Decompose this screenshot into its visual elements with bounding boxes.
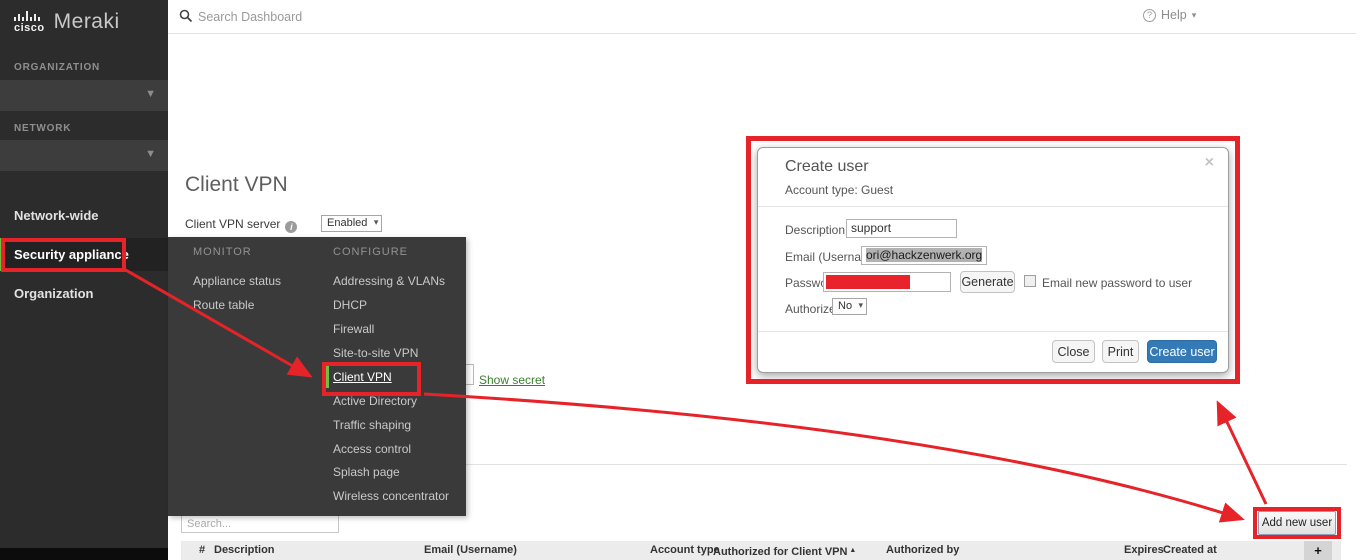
- authorized-select[interactable]: No: [832, 298, 867, 315]
- search-input[interactable]: [198, 6, 518, 28]
- menu-item-access-control[interactable]: Access control: [333, 442, 411, 456]
- menu-item-active-directory[interactable]: Active Directory: [333, 394, 417, 408]
- info-icon[interactable]: i: [285, 221, 297, 233]
- help-label: Help: [1161, 8, 1187, 22]
- email-password-checkbox[interactable]: [1024, 275, 1036, 287]
- close-button[interactable]: Close: [1052, 340, 1095, 363]
- description-field[interactable]: support: [846, 219, 957, 238]
- menu-item-route-table[interactable]: Route table: [193, 298, 254, 312]
- sidebar-item-security-appliance[interactable]: Security appliance: [0, 238, 168, 271]
- sidebar-bottom-strip: [0, 548, 168, 560]
- meraki-wordmark: Meraki: [54, 10, 120, 34]
- users-table-header: # Description Email (Username) Account t…: [181, 541, 1341, 560]
- column-header-label: Authorized for Client VPN: [713, 546, 847, 558]
- close-icon[interactable]: ×: [1205, 154, 1214, 172]
- help-icon: ?: [1143, 9, 1156, 22]
- password-redaction-overlay: [826, 275, 910, 289]
- monitor-section-header: MONITOR: [193, 246, 252, 258]
- menu-item-site-to-site-vpn[interactable]: Site-to-site VPN: [333, 346, 418, 360]
- topbar: ? Help ▾: [168, 0, 1356, 34]
- network-selector[interactable]: ▼: [0, 140, 168, 171]
- sidebar-item-label: Security appliance: [14, 247, 129, 262]
- menu-item-firewall[interactable]: Firewall: [333, 322, 374, 336]
- modal-footer-divider: [758, 331, 1228, 332]
- menu-item-appliance-status[interactable]: Appliance status: [193, 274, 281, 288]
- arrow-clientvpn-to-adduser: [424, 394, 1242, 519]
- meraki-dashboard: cisco Meraki ORGANIZATION ▼ NETWORK ▼ Ne…: [0, 0, 1366, 560]
- modal-header-divider: [758, 206, 1228, 207]
- client-vpn-server-label: Client VPN server i: [185, 217, 297, 233]
- client-vpn-server-select[interactable]: Enabled: [321, 215, 382, 232]
- security-appliance-flyout-menu: MONITOR Appliance status Route table CON…: [168, 237, 466, 516]
- sidebar-item-network-wide[interactable]: Network-wide: [0, 202, 168, 230]
- column-header-authorized-by[interactable]: Authorized by: [886, 541, 959, 560]
- arrow-adduser-to-modal: [1218, 403, 1266, 504]
- description-label: Description:: [785, 223, 848, 237]
- help-menu[interactable]: ? Help ▾: [1143, 8, 1196, 22]
- sort-asc-icon: ▲: [847, 547, 856, 554]
- column-header-description[interactable]: Description: [214, 541, 275, 560]
- configure-section-header: CONFIGURE: [333, 246, 408, 258]
- create-user-button[interactable]: Create user: [1147, 340, 1217, 363]
- print-button[interactable]: Print: [1102, 340, 1139, 363]
- active-indicator-bar: [0, 238, 4, 271]
- chevron-down-icon: ▼: [145, 148, 156, 160]
- chevron-down-icon: ▾: [1192, 10, 1197, 21]
- selected-email-text: ori@hackzenwerk.org: [866, 248, 982, 262]
- organization-section-label: ORGANIZATION: [14, 62, 100, 73]
- generate-button[interactable]: Generate: [960, 271, 1015, 293]
- client-vpn-server-text: Client VPN server: [185, 217, 280, 231]
- show-secret-link[interactable]: Show secret: [479, 373, 545, 387]
- users-search-input[interactable]: [181, 514, 339, 533]
- menu-item-dhcp[interactable]: DHCP: [333, 298, 367, 312]
- menu-item-wireless-concentrator[interactable]: Wireless concentrator: [333, 489, 449, 503]
- cisco-bars-icon: [14, 11, 44, 21]
- menu-item-traffic-shaping[interactable]: Traffic shaping: [333, 418, 411, 432]
- sidebar-item-organization[interactable]: Organization: [0, 280, 168, 308]
- add-new-user-button[interactable]: Add new user: [1258, 511, 1336, 535]
- email-password-checkbox-label: Email new password to user: [1042, 276, 1192, 290]
- create-user-modal: Create user × Account type: Guest Descri…: [757, 147, 1229, 373]
- chevron-down-icon: ▼: [145, 88, 156, 100]
- email-username-field[interactable]: ori@hackzenwerk.org: [861, 246, 987, 265]
- modal-title: Create user: [785, 158, 869, 176]
- column-header-expires[interactable]: Expires: [1124, 541, 1164, 560]
- organization-selector[interactable]: ▼: [0, 80, 168, 111]
- column-header-account-type[interactable]: Account type: [650, 541, 720, 560]
- active-indicator-bar: [325, 366, 329, 388]
- network-section-label: NETWORK: [14, 123, 71, 134]
- cisco-logo-icon: cisco: [14, 11, 45, 34]
- sidebar: cisco Meraki ORGANIZATION ▼ NETWORK ▼ Ne…: [0, 0, 168, 548]
- menu-item-client-vpn[interactable]: Client VPN: [333, 370, 392, 384]
- page-title: Client VPN: [185, 173, 288, 197]
- column-header-created-at[interactable]: Created at: [1163, 541, 1217, 560]
- column-header-email[interactable]: Email (Username): [424, 541, 517, 560]
- column-header-authorized-for-client-vpn[interactable]: Authorized for Client VPN ▲: [713, 541, 856, 560]
- meraki-logo: cisco Meraki: [14, 10, 120, 34]
- account-type-label: Account type: Guest: [785, 183, 893, 197]
- menu-item-addressing-vlans[interactable]: Addressing & VLANs: [333, 274, 445, 288]
- search-icon: [179, 9, 193, 23]
- password-field[interactable]: [823, 272, 951, 292]
- add-column-button[interactable]: +: [1304, 541, 1332, 560]
- menu-item-splash-page[interactable]: Splash page: [333, 465, 400, 479]
- cisco-wordmark: cisco: [14, 22, 45, 34]
- column-header-number[interactable]: #: [199, 541, 205, 560]
